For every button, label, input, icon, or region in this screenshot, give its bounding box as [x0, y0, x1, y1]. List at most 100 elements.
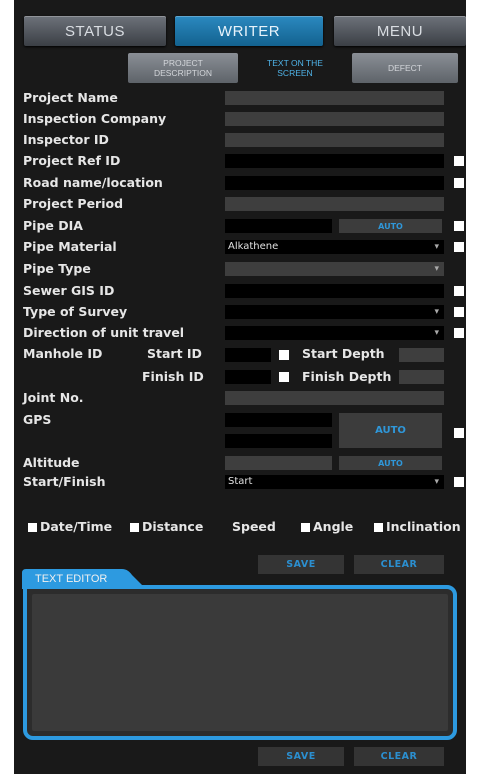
- subtab-text-on-screen[interactable]: TEXT ON THE SCREEN: [240, 53, 350, 83]
- datetime-checkbox[interactable]: [28, 522, 37, 532]
- project-period-label: Project Period: [23, 196, 124, 211]
- text-editor-tab-label: TEXT EDITOR: [35, 573, 108, 585]
- chevron-down-icon: ▾: [434, 307, 439, 317]
- type-of-survey-label: Type of Survey: [23, 304, 128, 319]
- clear-button-bottom-label: CLEAR: [380, 751, 418, 762]
- pipe-type-select[interactable]: ▾: [225, 262, 444, 276]
- project-ref-id-label: Project Ref ID: [23, 153, 121, 168]
- pipe-dia-auto-button[interactable]: AUTO: [339, 219, 442, 233]
- direction-label: Direction of unit travel: [23, 325, 185, 340]
- chevron-down-icon: ▾: [434, 477, 439, 487]
- tab-status-label: STATUS: [65, 22, 125, 40]
- project-ref-id-checkbox[interactable]: [454, 156, 464, 166]
- save-button[interactable]: SAVE: [258, 555, 344, 574]
- road-name-label: Road name/location: [23, 175, 163, 190]
- direction-checkbox[interactable]: [454, 328, 464, 338]
- project-name-label: Project Name: [23, 90, 118, 105]
- road-name-input[interactable]: [225, 176, 444, 190]
- start-finish-checkbox[interactable]: [454, 477, 464, 487]
- save-button-label: SAVE: [286, 559, 316, 570]
- joint-no-label: Joint No.: [23, 390, 84, 405]
- altitude-input[interactable]: [225, 456, 332, 470]
- start-finish-label: Start/Finish: [23, 474, 106, 489]
- gps-label: GPS: [23, 412, 52, 427]
- start-depth-input[interactable]: [399, 348, 444, 362]
- text-editor-area[interactable]: [32, 594, 448, 731]
- gps-latitude-input[interactable]: [225, 413, 332, 427]
- save-button-bottom[interactable]: SAVE: [258, 747, 344, 766]
- tab-writer-label: WRITER: [217, 22, 281, 40]
- gps-checkbox[interactable]: [454, 428, 464, 438]
- project-period-input[interactable]: [225, 197, 444, 211]
- finish-depth-label: Finish Depth: [302, 369, 392, 384]
- angle-option-label: Angle: [313, 519, 354, 534]
- inspector-id-label: Inspector ID: [23, 132, 109, 147]
- chevron-down-icon: ▾: [434, 242, 439, 252]
- joint-no-input[interactable]: [225, 391, 444, 405]
- distance-checkbox[interactable]: [130, 522, 139, 532]
- inclination-option[interactable]: Inclination: [374, 519, 461, 535]
- subtab-project-description[interactable]: PROJECT DESCRIPTION: [128, 53, 238, 83]
- road-name-checkbox[interactable]: [454, 178, 464, 188]
- save-button-bottom-label: SAVE: [286, 751, 316, 762]
- speed-option[interactable]: Speed: [232, 519, 276, 535]
- start-id-checkbox[interactable]: [279, 350, 289, 360]
- pipe-material-select[interactable]: Alkathene ▾: [225, 240, 444, 254]
- sewer-gis-id-label: Sewer GIS ID: [23, 283, 115, 298]
- finish-id-checkbox[interactable]: [279, 372, 289, 382]
- pipe-material-checkbox[interactable]: [454, 242, 464, 252]
- pipe-dia-label: Pipe DIA: [23, 218, 83, 233]
- writer-screen: STATUS WRITER MENU PROJECT DESCRIPTION T…: [14, 0, 466, 774]
- direction-select[interactable]: ▾: [225, 326, 444, 340]
- project-ref-id-input[interactable]: [225, 154, 444, 168]
- chevron-down-icon: ▾: [434, 328, 439, 338]
- finish-depth-input[interactable]: [399, 370, 444, 384]
- tab-menu[interactable]: MENU: [334, 16, 466, 46]
- sewer-gis-id-input[interactable]: [225, 284, 444, 298]
- pipe-dia-input[interactable]: [225, 219, 332, 233]
- gps-auto-button[interactable]: AUTO: [339, 413, 442, 448]
- clear-button-bottom[interactable]: CLEAR: [354, 747, 444, 766]
- clear-button[interactable]: CLEAR: [354, 555, 444, 574]
- inspection-company-label: Inspection Company: [23, 111, 167, 126]
- altitude-auto-button[interactable]: AUTO: [339, 456, 442, 470]
- manhole-id-label: Manhole ID: [23, 346, 103, 361]
- subtab-defect[interactable]: DEFECT: [352, 53, 458, 83]
- datetime-option[interactable]: Date/Time: [28, 519, 112, 535]
- datetime-option-label: Date/Time: [40, 519, 113, 534]
- inclination-option-label: Inclination: [386, 519, 461, 534]
- gps-auto-label: AUTO: [375, 425, 406, 436]
- subtab-defect-label: DEFECT: [388, 63, 422, 73]
- pipe-dia-checkbox[interactable]: [454, 221, 464, 231]
- altitude-label: Altitude: [23, 455, 80, 470]
- angle-option[interactable]: Angle: [301, 519, 353, 535]
- tab-status[interactable]: STATUS: [24, 16, 166, 46]
- distance-option[interactable]: Distance: [130, 519, 203, 535]
- distance-option-label: Distance: [142, 519, 204, 534]
- finish-id-label: Finish ID: [142, 369, 204, 384]
- pipe-type-label: Pipe Type: [23, 261, 91, 276]
- start-id-label: Start ID: [147, 346, 202, 361]
- finish-id-input[interactable]: [225, 370, 271, 384]
- sewer-gis-id-checkbox[interactable]: [454, 286, 464, 296]
- subtab-text-on-screen-label: TEXT ON THE SCREEN: [267, 58, 323, 78]
- inspection-company-input[interactable]: [225, 112, 444, 126]
- clear-button-label: CLEAR: [380, 559, 418, 570]
- pipe-material-label: Pipe Material: [23, 239, 117, 254]
- pipe-dia-auto-label: AUTO: [378, 221, 403, 231]
- angle-checkbox[interactable]: [301, 522, 310, 532]
- chevron-down-icon: ▾: [434, 264, 439, 274]
- speed-option-label: Speed: [232, 519, 276, 534]
- pipe-material-value: Alkathene: [228, 241, 279, 252]
- type-of-survey-select[interactable]: ▾: [225, 305, 444, 319]
- start-finish-select[interactable]: Start ▾: [225, 475, 444, 489]
- type-of-survey-checkbox[interactable]: [454, 307, 464, 317]
- altitude-auto-label: AUTO: [378, 458, 403, 468]
- gps-longitude-input[interactable]: [225, 434, 332, 448]
- text-editor-frame: [23, 585, 457, 740]
- inclination-checkbox[interactable]: [374, 522, 383, 532]
- start-id-input[interactable]: [225, 348, 271, 362]
- tab-writer[interactable]: WRITER: [175, 16, 323, 46]
- project-name-input[interactable]: [225, 91, 444, 105]
- inspector-id-input[interactable]: [225, 133, 444, 147]
